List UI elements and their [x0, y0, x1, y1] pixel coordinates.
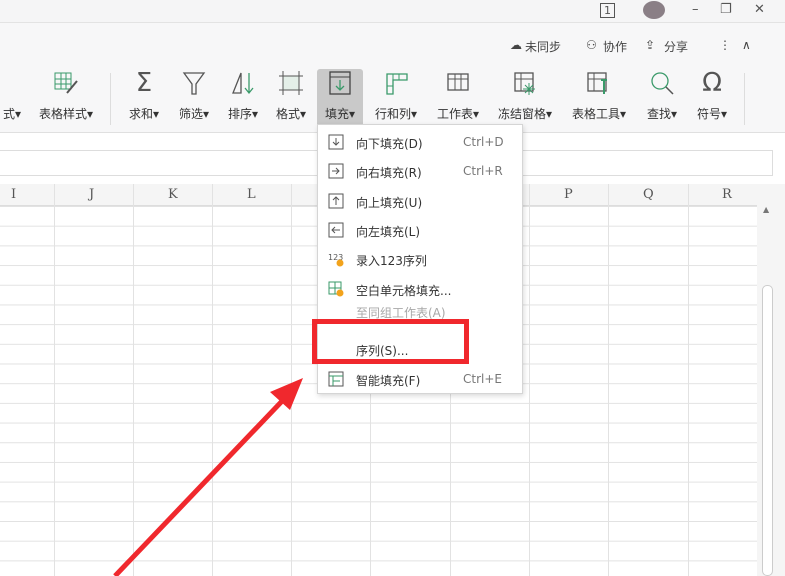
- pointer-arrow: [113, 378, 303, 576]
